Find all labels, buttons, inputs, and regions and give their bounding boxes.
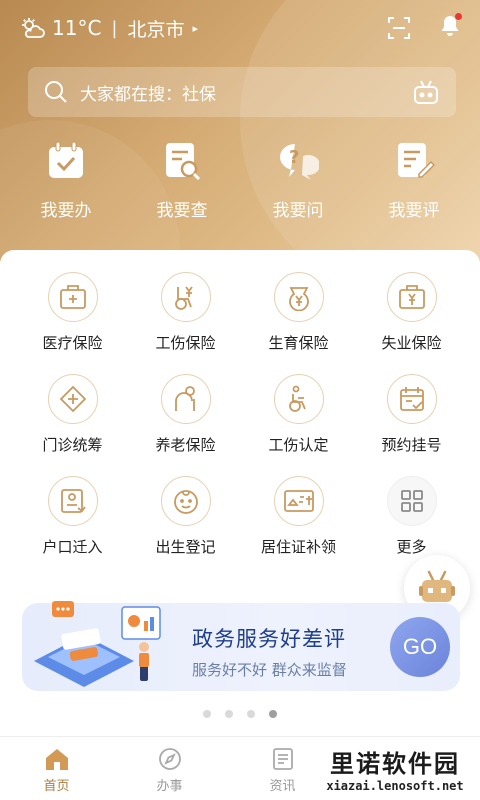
- medical-box-icon: [47, 272, 98, 322]
- pager-dot[interactable]: [203, 710, 211, 718]
- service-label: 生育保险: [268, 334, 329, 352]
- clinic-cross-icon: [47, 374, 98, 424]
- search-icon: [45, 81, 67, 103]
- service-label: 更多: [396, 538, 427, 556]
- wheelchair-yen-icon: [160, 272, 211, 322]
- quick-actions: 我要办 我要查 ? 我要问 我要评: [0, 140, 480, 230]
- calendar-appointment-icon: [386, 374, 437, 424]
- home-icon: [45, 749, 68, 770]
- banner-title: 政务服务好差评: [192, 627, 346, 651]
- notification-button[interactable]: [440, 13, 462, 41]
- wheelchair-icon: [273, 374, 324, 424]
- service-label: 养老保险: [155, 436, 216, 454]
- service-birth-registration[interactable]: 出生登记: [129, 476, 242, 558]
- service-unemployment-insurance[interactable]: 失业保险: [355, 272, 468, 354]
- baby-face-icon: [160, 476, 211, 526]
- document-search-icon: [166, 143, 201, 181]
- grid-more-icon: [386, 476, 437, 526]
- pregnancy-yen-icon: [273, 272, 324, 322]
- service-pension-insurance[interactable]: 养老保险: [129, 374, 242, 456]
- service-household-move-in[interactable]: 户口迁入: [16, 476, 129, 558]
- quick-evaluate[interactable]: 我要评: [359, 140, 469, 230]
- service-injury-insurance[interactable]: 工伤保险: [129, 272, 242, 354]
- banner-illustration: [34, 601, 161, 687]
- scan-icon[interactable]: [388, 17, 410, 39]
- service-label: 门诊统筹: [42, 436, 103, 454]
- service-outpatient[interactable]: 门诊统筹: [16, 374, 129, 456]
- quick-label: 我要查: [156, 201, 208, 221]
- service-label: 工伤认定: [268, 436, 329, 454]
- residence-card-icon: [273, 476, 324, 526]
- briefcase-yen-icon: [386, 272, 437, 322]
- news-icon: [272, 748, 293, 770]
- tab-home[interactable]: 首页: [0, 737, 113, 800]
- temperature: 11°C: [52, 16, 102, 40]
- service-residence-permit-reissue[interactable]: 居住证补领: [242, 476, 355, 558]
- notification-dot: [455, 13, 462, 20]
- service-label: 出生登记: [155, 538, 216, 556]
- banner-subtitle: 服务好不好 群众来监督: [192, 661, 347, 679]
- quick-label: 我要问: [272, 201, 324, 221]
- city-selector[interactable]: 北京市: [128, 15, 185, 42]
- service-grid: 医疗保险 工伤保险 生育保险 失业保险 门诊统筹 养老保险 工伤认定 预约挂号 …: [0, 272, 480, 558]
- weather[interactable]: 11°C: [20, 16, 101, 40]
- quick-ask[interactable]: ? 我要问: [243, 140, 353, 230]
- go-button[interactable]: GO: [390, 617, 450, 677]
- tab-label: 资讯: [269, 779, 296, 794]
- pager-dot[interactable]: [247, 710, 255, 718]
- quick-label: 我要评: [388, 201, 440, 221]
- pager-dot[interactable]: [225, 710, 233, 718]
- service-label: 居住证补领: [260, 538, 336, 556]
- pager-dot-active[interactable]: [269, 710, 277, 718]
- top-bar: 11°C | 北京市 ▸: [0, 0, 480, 56]
- tab-label: 首页: [43, 779, 70, 794]
- household-card-icon: [47, 476, 98, 526]
- service-label: 户口迁入: [42, 538, 103, 556]
- document-edit-icon: [398, 143, 435, 178]
- elderly-icon: [160, 374, 211, 424]
- question-bubble-icon: ?: [280, 144, 319, 180]
- service-appointment[interactable]: 预约挂号: [355, 374, 468, 456]
- watermark-title: 里诺软件园: [330, 748, 460, 778]
- service-label: 医疗保险: [42, 334, 103, 352]
- tab-services[interactable]: 办事: [113, 737, 226, 800]
- watermark: 里诺软件园 xiazai.lenosoft.net: [320, 740, 470, 796]
- service-medical-insurance[interactable]: 医疗保险: [16, 272, 129, 354]
- quick-do[interactable]: 我要办: [11, 140, 121, 230]
- service-more[interactable]: 更多: [355, 476, 468, 558]
- evaluation-banner[interactable]: 政务服务好差评 服务好不好 群众来监督 GO: [22, 601, 460, 691]
- compass-icon: [158, 748, 181, 770]
- search-placeholder: 大家都在搜：社保: [80, 84, 216, 105]
- search-bar[interactable]: 大家都在搜：社保: [28, 67, 456, 117]
- svg-text:?: ?: [289, 147, 299, 168]
- service-injury-certification[interactable]: 工伤认定: [242, 374, 355, 456]
- city-arrow-icon: ▸: [192, 21, 199, 35]
- banner-pager: [0, 710, 480, 718]
- service-label: 预约挂号: [381, 436, 442, 454]
- separator: |: [111, 17, 118, 39]
- service-maternity-insurance[interactable]: 生育保险: [242, 272, 355, 354]
- quick-label: 我要办: [40, 201, 92, 221]
- service-label: 工伤保险: [155, 334, 216, 352]
- quick-query[interactable]: 我要查: [127, 140, 237, 230]
- robot-icon: [419, 570, 455, 602]
- tab-label: 办事: [156, 779, 183, 794]
- watermark-url: xiazai.lenosoft.net: [326, 778, 464, 793]
- service-label: 失业保险: [381, 334, 442, 352]
- weather-cloudy-sun-icon: [22, 18, 45, 38]
- calendar-check-icon: [49, 141, 83, 178]
- robot-assistant-icon[interactable]: [412, 79, 440, 105]
